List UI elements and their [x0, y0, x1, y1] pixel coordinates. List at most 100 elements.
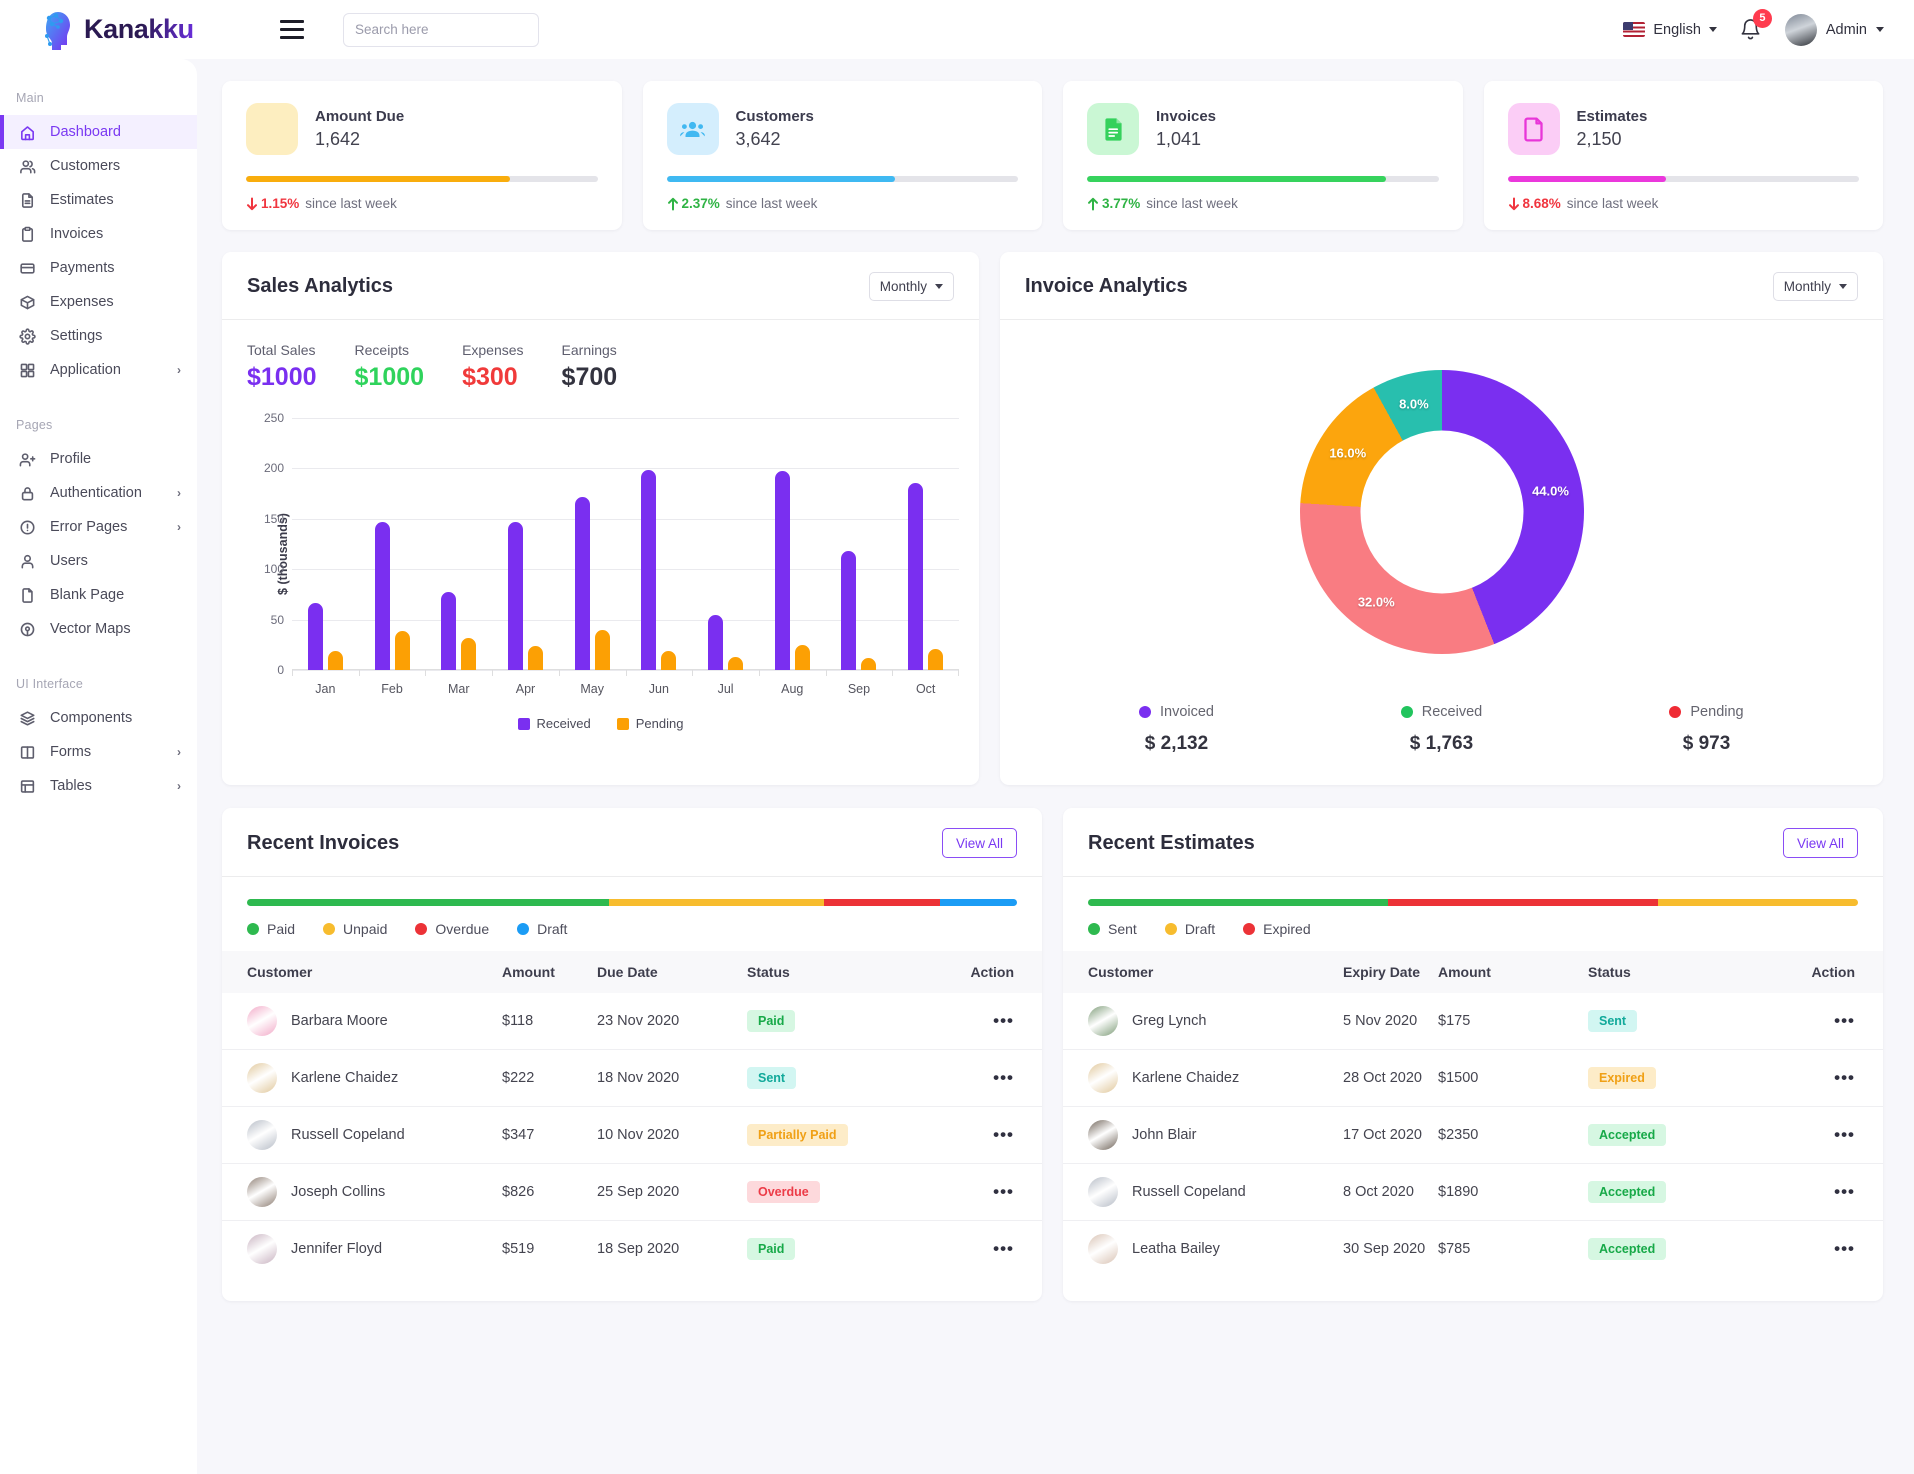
sidebar-item-vector-maps[interactable]: Vector Maps [0, 612, 197, 646]
sidebar-item-label: Payments [50, 260, 114, 276]
cell-third: 18 Sep 2020 [597, 1221, 747, 1278]
customer-name: Greg Lynch [1132, 1013, 1206, 1029]
more-options-icon[interactable]: ••• [993, 1068, 1014, 1087]
table-row[interactable]: Joseph Collins$82625 Sep 2020Overdue••• [222, 1164, 1042, 1221]
avatar [1088, 1063, 1118, 1093]
table-row[interactable]: Karlene Chaidez$22218 Nov 2020Sent••• [222, 1050, 1042, 1107]
status-badge: Overdue [747, 1181, 820, 1203]
cell-customer: Jennifer Floyd [222, 1221, 502, 1278]
sidebar-item-blank-page[interactable]: Blank Page [0, 578, 197, 612]
table-row[interactable]: John Blair17 Oct 2020$2350Accepted••• [1063, 1107, 1883, 1164]
bar-received-sep [841, 551, 856, 670]
column-header-status: Status [747, 951, 907, 993]
avatar [247, 1177, 277, 1207]
cell-second: $826 [502, 1164, 597, 1221]
more-options-icon[interactable]: ••• [1834, 1011, 1855, 1030]
chevron-right-icon: › [177, 779, 181, 793]
sidebar-item-users[interactable]: Users [0, 544, 197, 578]
invoices-legend-overdue[interactable]: Overdue [415, 921, 489, 937]
stat-value: 3,642 [736, 129, 814, 150]
table-row[interactable]: Russell Copeland$34710 Nov 2020Partially… [222, 1107, 1042, 1164]
more-options-icon[interactable]: ••• [1834, 1182, 1855, 1201]
sidebar-item-profile[interactable]: Profile [0, 442, 197, 476]
stat-top: Invoices1,041 [1087, 103, 1439, 155]
more-options-icon[interactable]: ••• [993, 1182, 1014, 1201]
sidebar-item-application[interactable]: Application› [0, 353, 197, 387]
sidebar-item-components[interactable]: Components [0, 701, 197, 735]
chevron-down-icon [1839, 284, 1847, 289]
search-box[interactable] [343, 13, 539, 47]
chart-x-tick: Aug [759, 682, 826, 696]
alert-circle-icon [18, 518, 36, 536]
chart-legend-pending[interactable]: Pending [617, 716, 684, 731]
chart-x-tick: Jan [292, 682, 359, 696]
table-row[interactable]: Russell Copeland8 Oct 2020$1890Accepted•… [1063, 1164, 1883, 1221]
cell-customer: John Blair [1063, 1107, 1343, 1164]
legend-label: Overdue [435, 921, 489, 937]
cell-action: ••• [907, 1107, 1042, 1164]
cell-customer: Karlene Chaidez [222, 1050, 502, 1107]
more-options-icon[interactable]: ••• [993, 1011, 1014, 1030]
table-row[interactable]: Greg Lynch5 Nov 2020$175Sent••• [1063, 993, 1883, 1050]
more-options-icon[interactable]: ••• [1834, 1239, 1855, 1258]
chart-x-tick: Feb [359, 682, 426, 696]
invoices-legend-paid[interactable]: Paid [247, 921, 295, 937]
sidebar-item-error-pages[interactable]: Error Pages› [0, 510, 197, 544]
estimates-legend-sent[interactable]: Sent [1088, 921, 1137, 937]
sidebar-item-authentication[interactable]: Authentication› [0, 476, 197, 510]
stat-value: 1,642 [315, 129, 404, 150]
chart-y-tick: 250 [264, 411, 284, 425]
stat-footer: 3.77%since last week [1087, 196, 1439, 211]
avatar [247, 1006, 277, 1036]
cell-third: 25 Sep 2020 [597, 1164, 747, 1221]
chart-legend-received[interactable]: Received [518, 716, 591, 731]
sidebar-item-forms[interactable]: Forms› [0, 735, 197, 769]
bar-received-jan [308, 603, 323, 670]
cell-second: 17 Oct 2020 [1343, 1107, 1438, 1164]
status-badge: Accepted [1588, 1238, 1666, 1260]
column-header-customer: Customer [222, 951, 502, 993]
estimates-legend-expired[interactable]: Expired [1243, 921, 1310, 937]
language-selector[interactable]: English [1623, 22, 1717, 38]
sidebar-item-invoices[interactable]: Invoices [0, 217, 197, 251]
sidebar-item-customers[interactable]: Customers [0, 149, 197, 183]
sidebar-item-settings[interactable]: Settings [0, 319, 197, 353]
more-options-icon[interactable]: ••• [993, 1239, 1014, 1258]
more-options-icon[interactable]: ••• [1834, 1125, 1855, 1144]
legend-dot [1139, 706, 1151, 718]
brand-logo[interactable]: Kanakku [0, 9, 240, 51]
table-row[interactable]: Leatha Bailey30 Sep 2020$785Accepted••• [1063, 1221, 1883, 1278]
customer-name: Barbara Moore [291, 1013, 388, 1029]
chart-group-jun: Jun [626, 418, 693, 670]
invoice-period-dropdown[interactable]: Monthly [1773, 272, 1858, 301]
view-all-invoices-button[interactable]: View All [942, 828, 1017, 858]
more-options-icon[interactable]: ••• [993, 1125, 1014, 1144]
user-menu[interactable]: Admin [1785, 14, 1884, 46]
cell-action: ••• [907, 1050, 1042, 1107]
invoices-legend-draft[interactable]: Draft [517, 921, 567, 937]
sidebar-item-payments[interactable]: Payments [0, 251, 197, 285]
search-input[interactable] [355, 22, 532, 37]
kpi-label: Earnings [562, 342, 618, 358]
bar-received-may [575, 497, 590, 670]
table-row[interactable]: Jennifer Floyd$51918 Sep 2020Paid••• [222, 1221, 1042, 1278]
stat-top: Amount Due1,642 [246, 103, 598, 155]
table-row[interactable]: Barbara Moore$11823 Nov 2020Paid••• [222, 993, 1042, 1050]
chart-tick [892, 670, 893, 676]
invoice-icon [1087, 103, 1139, 155]
more-options-icon[interactable]: ••• [1834, 1068, 1855, 1087]
estimates-legend-draft[interactable]: Draft [1165, 921, 1215, 937]
avatar [247, 1234, 277, 1264]
table-row[interactable]: Karlene Chaidez28 Oct 2020$1500Expired••… [1063, 1050, 1883, 1107]
sidebar-item-expenses[interactable]: Expenses [0, 285, 197, 319]
invoices-legend-unpaid[interactable]: Unpaid [323, 921, 387, 937]
sidebar-item-dashboard[interactable]: Dashboard [0, 115, 197, 149]
sales-period-dropdown[interactable]: Monthly [869, 272, 954, 301]
sidebar-item-tables[interactable]: Tables› [0, 769, 197, 803]
sidebar-item-estimates[interactable]: Estimates [0, 183, 197, 217]
hamburger-icon[interactable] [280, 20, 304, 39]
invoices-status-bar [247, 899, 1017, 906]
bar-received-mar [441, 592, 456, 670]
notifications-button[interactable]: 5 [1739, 17, 1763, 43]
view-all-estimates-button[interactable]: View All [1783, 828, 1858, 858]
